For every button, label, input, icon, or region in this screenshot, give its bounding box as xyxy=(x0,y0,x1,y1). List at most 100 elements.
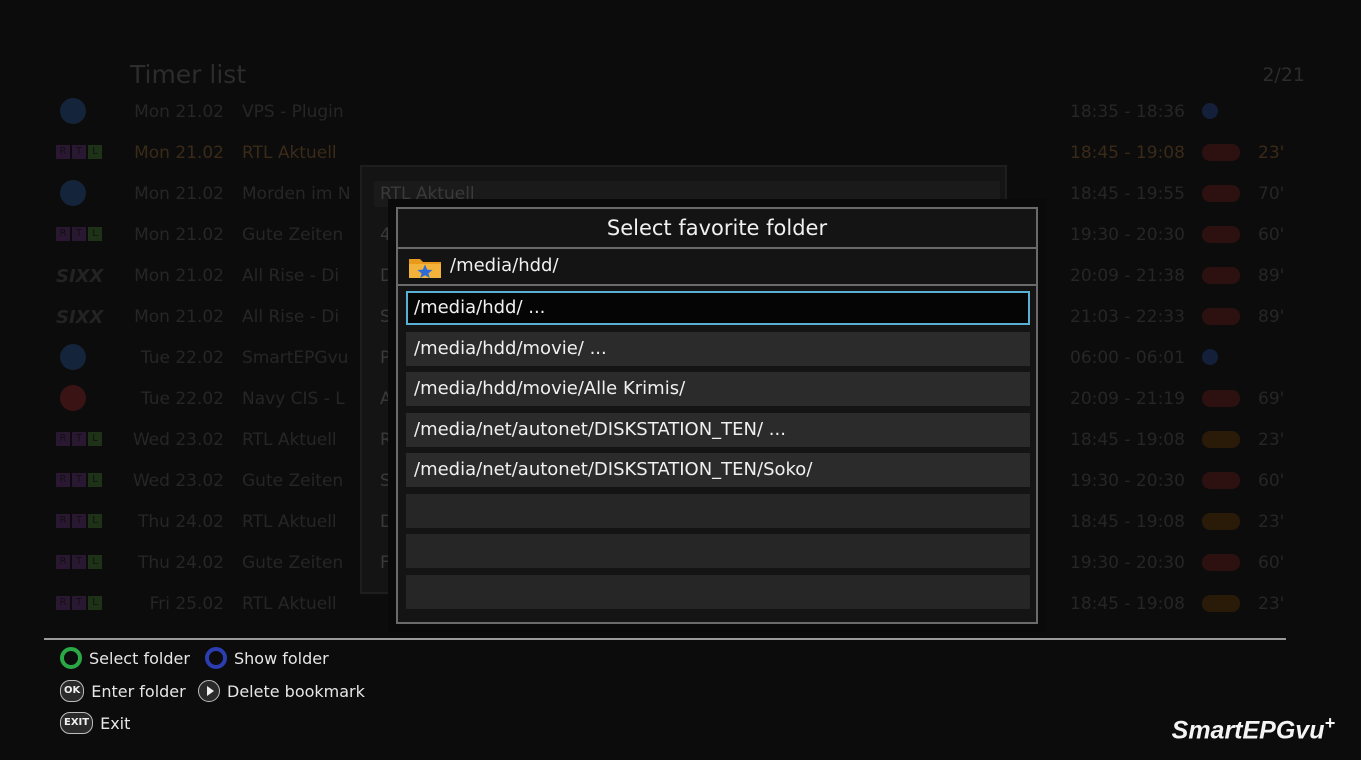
timer-status-icon xyxy=(1202,144,1240,161)
timer-name: Gute Zeiten xyxy=(242,471,344,491)
hint-show-folder[interactable]: Show folder xyxy=(205,647,329,669)
timer-status-icon xyxy=(1202,267,1240,284)
timer-duration: 60' xyxy=(1258,553,1285,573)
folder-list-item[interactable]: /media/hdd/movie/Alle Krimis/ xyxy=(406,372,1030,406)
timer-name: SmartEPGvu xyxy=(242,348,349,368)
timer-name: Gute Zeiten xyxy=(242,553,344,573)
folder-list-item[interactable]: /media/net/autonet/DISKSTATION_TEN/Soko/ xyxy=(406,453,1030,487)
hint-enter-folder[interactable]: OK Enter folder xyxy=(60,680,186,702)
timer-status-icon xyxy=(1202,349,1218,365)
timer-name: Gute Zeiten xyxy=(242,225,344,245)
timer-name: All Rise - Di xyxy=(242,307,340,327)
timer-list-title: Timer list xyxy=(130,60,247,89)
timer-time: 20:09 - 21:19 xyxy=(1070,389,1185,409)
timer-time: 18:45 - 19:55 xyxy=(1070,184,1185,204)
timer-name: All Rise - Di xyxy=(242,266,340,286)
folder-list-empty-slot[interactable] xyxy=(406,574,1030,609)
play-key-icon xyxy=(198,680,220,702)
timer-date: Mon 21.02 xyxy=(134,143,224,163)
timer-date: Tue 22.02 xyxy=(140,389,224,409)
rtl-logo: RTL xyxy=(56,547,112,577)
timer-name: Navy CIS - L xyxy=(242,389,345,409)
sixx-logo: SIXX xyxy=(56,266,104,287)
timer-status-icon xyxy=(1202,226,1240,243)
delete-bookmark-label: Delete bookmark xyxy=(227,681,365,701)
timer-duration: 60' xyxy=(1258,225,1285,245)
timer-date: Mon 21.02 xyxy=(134,225,224,245)
select-folder-dialog: Select favorite folder /media/hdd/ /medi… xyxy=(388,199,1046,632)
brand-logo: SmartEPGvu+ xyxy=(1171,713,1335,745)
timer-time: 18:45 - 19:08 xyxy=(1070,143,1185,163)
rtl-logo: RTL xyxy=(56,219,112,249)
timer-date: Mon 21.02 xyxy=(134,307,224,327)
current-path: /media/hdd/ xyxy=(450,255,559,276)
timer-duration: 23' xyxy=(1258,143,1285,163)
timer-name: RTL Aktuell xyxy=(242,143,337,163)
timer-duration: 89' xyxy=(1258,307,1285,327)
folder-list-empty-slot[interactable] xyxy=(406,534,1030,568)
timer-time: 21:03 - 22:33 xyxy=(1070,307,1185,327)
timer-date: Tue 22.02 xyxy=(140,348,224,368)
folder-list-item[interactable]: /media/hdd/ ... xyxy=(406,291,1030,325)
show-folder-label: Show folder xyxy=(234,648,329,668)
select-folder-label: Select folder xyxy=(89,648,190,668)
timer-status-icon xyxy=(1202,103,1218,119)
rtl-logo: RTL xyxy=(56,465,112,495)
folder-list: /media/hdd/ ... /media/hdd/movie/ ... /med… xyxy=(406,291,1030,615)
timer-date: Fri 25.02 xyxy=(149,594,224,614)
current-path-bar: /media/hdd/ xyxy=(398,249,1036,286)
timer-time: 19:30 - 20:30 xyxy=(1070,553,1185,573)
timer-date: Thu 24.02 xyxy=(137,553,224,573)
rtl-logo: RTL xyxy=(56,137,112,167)
calendar-icon xyxy=(56,96,112,126)
folder-list-item[interactable]: /media/hdd/movie/ ... xyxy=(406,331,1030,366)
timer-status-icon xyxy=(1202,390,1240,407)
sixx-logo: SIXX xyxy=(56,307,104,328)
timer-time: 18:35 - 18:36 xyxy=(1070,102,1185,122)
blue-button-icon xyxy=(205,647,227,669)
timer-name: RTL Aktuell xyxy=(242,430,337,450)
timer-name: RTL Aktuell xyxy=(242,512,337,532)
rtl-logo: RTL xyxy=(56,588,112,618)
timer-status-icon xyxy=(1202,513,1240,530)
exit-label: Exit xyxy=(100,713,131,733)
timer-date: Thu 24.02 xyxy=(137,512,224,532)
timer-time: 20:09 - 21:38 xyxy=(1070,266,1185,286)
timer-duration: 23' xyxy=(1258,430,1285,450)
rtl-logo: RTL xyxy=(56,424,112,454)
hint-exit[interactable]: EXIT Exit xyxy=(60,712,130,734)
timer-date: Mon 21.02 xyxy=(134,102,224,122)
dialog-title: Select favorite folder xyxy=(398,209,1036,249)
timer-time: 18:45 - 19:08 xyxy=(1070,512,1185,532)
folder-list-item[interactable]: /media/net/autonet/DISKSTATION_TEN/ ... xyxy=(406,412,1030,447)
timer-time: 19:30 - 20:30 xyxy=(1070,471,1185,491)
timer-duration: 60' xyxy=(1258,471,1285,491)
timer-duration: 69' xyxy=(1258,389,1285,409)
timer-duration: 70' xyxy=(1258,184,1285,204)
footer-divider xyxy=(44,638,1286,640)
timer-row: Mon 21.02 VPS - Plugin 18:35 - 18:36 xyxy=(56,94,1296,130)
timer-duration: 23' xyxy=(1258,594,1285,614)
hint-delete-bookmark[interactable]: Delete bookmark xyxy=(198,680,365,702)
timer-duration: 89' xyxy=(1258,266,1285,286)
exit-key-icon: EXIT xyxy=(60,712,94,734)
das-erste-logo xyxy=(56,178,112,208)
sat1-logo xyxy=(56,383,112,413)
satellite-icon xyxy=(56,342,112,372)
folder-list-empty-slot[interactable] xyxy=(406,493,1030,528)
timer-status-icon xyxy=(1202,595,1240,612)
page-indicator: 2/21 xyxy=(1262,64,1305,86)
timer-status-icon xyxy=(1202,431,1240,448)
timer-date: Mon 21.02 xyxy=(134,266,224,286)
timer-name: VPS - Plugin xyxy=(242,102,344,122)
timer-date: Mon 21.02 xyxy=(134,184,224,204)
timer-date: Wed 23.02 xyxy=(132,471,224,491)
favorite-folder-icon xyxy=(409,259,441,278)
timer-status-icon xyxy=(1202,472,1240,489)
timer-name: RTL Aktuell xyxy=(242,594,337,614)
timer-duration: 23' xyxy=(1258,512,1285,532)
timer-status-icon xyxy=(1202,185,1240,202)
hint-select-folder[interactable]: Select folder xyxy=(60,647,190,669)
timer-time: 06:00 - 06:01 xyxy=(1070,348,1185,368)
ok-key-icon: OK xyxy=(60,680,85,702)
